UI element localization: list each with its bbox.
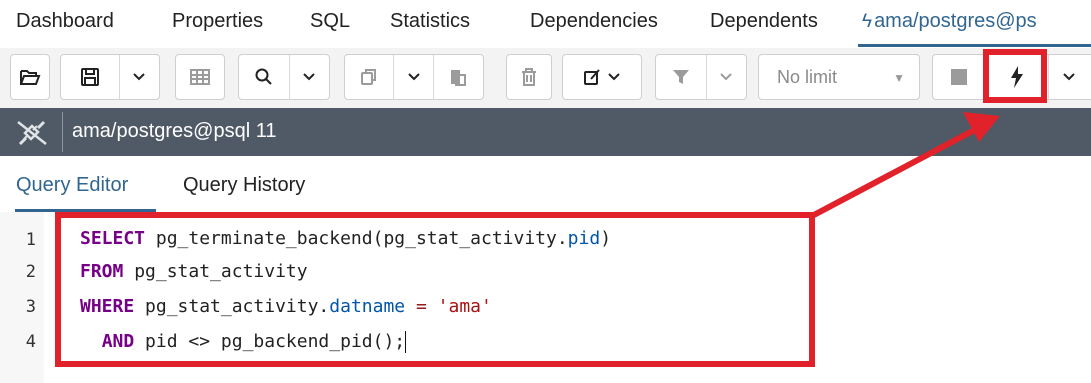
save-icon [80, 68, 99, 86]
filter-menu-button[interactable] [707, 55, 746, 99]
tab-statistics[interactable]: Statistics [390, 10, 470, 33]
clipboard-group [344, 54, 484, 100]
chevron-down-icon [608, 73, 620, 81]
caret-down-icon: ▼ [893, 71, 905, 85]
stop-icon [950, 69, 967, 85]
editor-tabs: Query Editor Query History [0, 156, 1091, 212]
open-file-group [10, 54, 50, 100]
copy-button[interactable] [345, 55, 395, 99]
line-number: 1 [25, 230, 36, 250]
query-toolbar: No limit ▼ [0, 48, 1091, 108]
folder-open-icon [20, 70, 41, 85]
filter-button[interactable] [656, 55, 707, 99]
chevron-down-icon [303, 73, 316, 81]
copy-icon [361, 69, 377, 85]
save-group [60, 54, 160, 100]
execute-menu-button[interactable] [1049, 55, 1089, 99]
line-number: 4 [25, 332, 36, 352]
view-data-button[interactable] [176, 55, 224, 99]
copy-menu-button[interactable] [394, 55, 434, 99]
chevron-down-icon [133, 73, 146, 81]
find-group [238, 54, 330, 100]
open-file-button[interactable] [11, 55, 49, 99]
tab-dependents[interactable]: Dependents [710, 10, 818, 33]
paste-icon [451, 70, 467, 86]
line-number: 3 [25, 297, 36, 317]
chevron-down-icon [1063, 73, 1075, 81]
delete-button[interactable] [507, 55, 551, 99]
find-button[interactable] [239, 55, 290, 99]
chevron-down-icon [720, 73, 733, 81]
tab-dashboard[interactable]: Dashboard [16, 10, 114, 33]
paste-button[interactable] [434, 55, 483, 99]
stop-button[interactable] [933, 55, 985, 99]
tab-query-tool[interactable]: ϟ ama/postgres@ps [862, 10, 1037, 33]
row-limit-select[interactable]: No limit ▼ [758, 54, 920, 100]
filter-group [655, 54, 747, 100]
annotation-box-query [55, 212, 815, 367]
tab-query-editor[interactable]: Query Editor [16, 174, 128, 197]
edit-icon [584, 69, 600, 85]
view-data-group [175, 54, 225, 100]
filter-icon [672, 70, 689, 84]
trash-icon [522, 68, 536, 86]
line-number: 2 [25, 262, 36, 282]
annotation-box-execute [983, 49, 1047, 103]
tab-properties[interactable]: Properties [172, 10, 263, 33]
line-gutter: 1 2 3 4 [0, 212, 44, 383]
connection-status-icon[interactable] [14, 118, 50, 148]
find-menu-button[interactable] [290, 55, 329, 99]
save-button[interactable] [61, 55, 120, 99]
grid-icon [190, 69, 210, 85]
divider [62, 112, 63, 152]
chevron-down-icon [407, 73, 420, 81]
delete-group [506, 54, 552, 100]
active-tab-indicator [858, 44, 1091, 47]
connection-bar: ama/postgres@psql 11 [0, 108, 1091, 156]
save-menu-button[interactable] [120, 55, 159, 99]
edit-group [562, 54, 642, 100]
tab-dependencies[interactable]: Dependencies [530, 10, 658, 33]
tab-sql[interactable]: SQL [310, 10, 350, 33]
edit-menu-button[interactable] [563, 55, 641, 99]
tab-query-tool-label: ama/postgres@ps [874, 10, 1037, 32]
connection-label[interactable]: ama/postgres@psql 11 [72, 120, 276, 143]
panel-tabs: Dashboard Properties SQL Statistics Depe… [0, 0, 1091, 48]
tab-query-history[interactable]: Query History [183, 174, 305, 197]
lightning-icon: ϟ [862, 11, 873, 32]
search-icon [255, 68, 272, 85]
row-limit-value: No limit [777, 66, 838, 87]
